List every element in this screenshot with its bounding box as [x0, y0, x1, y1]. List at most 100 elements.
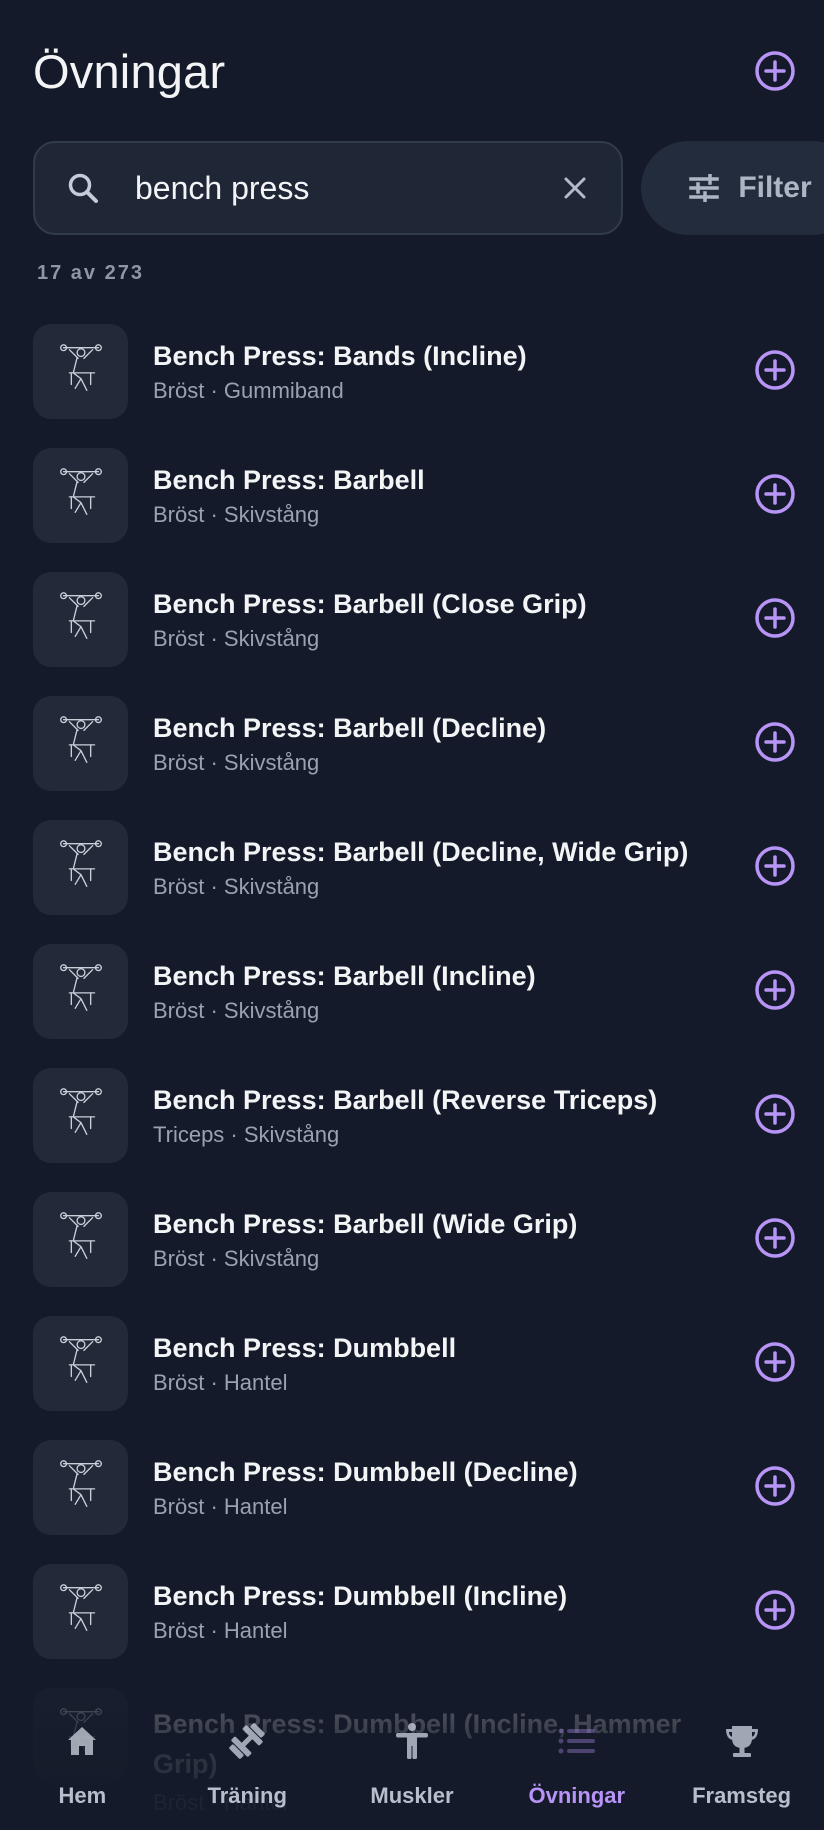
sliders-icon [689, 174, 720, 202]
exercise-name: Bench Press: Barbell [153, 465, 425, 495]
exercise-thumbnail [33, 572, 128, 667]
exercise-list-item[interactable]: Bench Press: Dumbbell (Decline) Bröst · H… [33, 1440, 795, 1564]
exercises-screen: Övningar bench press Filter 17 av 273 Be… [0, 0, 824, 1830]
exercise-illustration-icon [52, 1084, 110, 1147]
nav-tab-label: Muskler [370, 1783, 454, 1808]
exercise-list-item[interactable]: Bench Press: Bands (Incline) Bröst · Gumm… [33, 324, 795, 448]
exercise-illustration-icon [52, 836, 110, 899]
add-to-workout-button[interactable] [751, 596, 799, 644]
exercise-thumbnail [33, 944, 128, 1039]
nav-tab-3[interactable]: Muskler [330, 1700, 495, 1830]
plus-circle-icon [753, 1340, 797, 1389]
exercise-text: Bench Press: Barbell (Reverse Triceps) Tr… [153, 1068, 791, 1148]
exercise-thumbnail [33, 1192, 128, 1287]
add-to-workout-button[interactable] [751, 1464, 799, 1512]
nav-tab-2[interactable]: Träning [165, 1700, 330, 1830]
exercise-name: Bench Press: Barbell (Decline) [153, 713, 547, 743]
exercise-list-item[interactable]: Bench Press: Barbell Bröst · Skivstång [33, 448, 795, 572]
exercise-thumbnail [33, 448, 128, 543]
add-to-workout-button[interactable] [751, 1340, 799, 1388]
exercise-illustration-icon [52, 1580, 110, 1643]
add-to-workout-button[interactable] [751, 348, 799, 396]
plus-circle-icon [753, 1216, 797, 1265]
person-icon [388, 1717, 436, 1765]
exercise-subtitle: Bröst · Skivstång [153, 874, 320, 899]
plus-circle-icon [755, 51, 795, 91]
home-icon [58, 1717, 106, 1765]
exercise-list-item[interactable]: Bench Press: Barbell (Wide Grip) Bröst · … [33, 1192, 795, 1316]
exercise-list-item[interactable]: Bench Press: Barbell (Decline) Bröst · Sk… [33, 696, 795, 820]
exercise-text: Bench Press: Dumbbell Bröst · Hantel [153, 1316, 791, 1396]
clear-search-icon[interactable] [555, 168, 595, 208]
exercise-text: Bench Press: Barbell (Close Grip) Bröst ·… [153, 572, 791, 652]
nav-tab-label: Hem [58, 1783, 107, 1808]
result-count: 17 av 273 [37, 262, 144, 284]
add-to-workout-button[interactable] [751, 720, 799, 768]
nav-tab-1[interactable]: Hem [0, 1700, 165, 1830]
exercise-subtitle: Bröst · Skivstång [153, 502, 320, 527]
list-icon [553, 1717, 601, 1765]
add-to-workout-button[interactable] [751, 844, 799, 892]
add-to-workout-button[interactable] [751, 1092, 799, 1140]
filter-button[interactable]: Filter [641, 141, 824, 235]
plus-circle-icon [753, 968, 797, 1017]
search-icon [63, 168, 103, 208]
exercise-subtitle: Bröst · Hantel [153, 1370, 288, 1395]
add-to-workout-button[interactable] [751, 1588, 799, 1636]
add-to-workout-button[interactable] [751, 472, 799, 520]
add-to-workout-button[interactable] [751, 1216, 799, 1264]
add-to-workout-button[interactable] [751, 968, 799, 1016]
exercise-subtitle: Bröst · Skivstång [153, 998, 320, 1023]
exercise-name: Bench Press: Dumbbell (Incline) [153, 1581, 568, 1611]
page-title: Övningar [33, 44, 226, 98]
filter-label: Filter [738, 171, 812, 204]
exercise-name: Bench Press: Barbell (Decline, Wide Grip… [153, 837, 689, 867]
exercise-list: Bench Press: Bands (Incline) Bröst · Gumm… [33, 324, 795, 1815]
exercise-name: Bench Press: Barbell (Incline) [153, 961, 536, 991]
exercise-illustration-icon [52, 1208, 110, 1271]
exercise-subtitle: Bröst · Skivstång [153, 1246, 320, 1271]
exercise-list-item[interactable]: Bench Press: Barbell (Incline) Bröst · Sk… [33, 944, 795, 1068]
nav-tab-label: Träning [207, 1783, 287, 1808]
exercise-illustration-icon [52, 1456, 110, 1519]
exercise-name: Bench Press: Barbell (Close Grip) [153, 589, 587, 619]
plus-circle-icon [753, 1588, 797, 1637]
exercise-name: Bench Press: Bands (Incline) [153, 341, 527, 371]
nav-tab-label: Framsteg [692, 1783, 792, 1808]
exercise-text: Bench Press: Barbell Bröst · Skivstång [153, 448, 791, 528]
exercise-subtitle: Bröst · Hantel [153, 1618, 288, 1643]
exercise-list-item[interactable]: Bench Press: Dumbbell (Incline) Bröst · H… [33, 1564, 795, 1688]
exercise-thumbnail [33, 1316, 128, 1411]
search-input[interactable] [135, 169, 555, 207]
exercise-text: Bench Press: Barbell (Wide Grip) Bröst · … [153, 1192, 791, 1272]
exercise-illustration-icon [52, 1332, 110, 1395]
exercise-thumbnail [33, 1440, 128, 1535]
exercise-subtitle: Bröst · Gummiband [153, 378, 344, 403]
nav-tab-5[interactable]: Framsteg [659, 1700, 824, 1830]
exercise-list-item[interactable]: Bench Press: Dumbbell Bröst · Hantel [33, 1316, 795, 1440]
exercise-subtitle: Bröst · Skivstång [153, 626, 320, 651]
add-exercise-button[interactable] [751, 47, 799, 95]
exercise-text: Bench Press: Dumbbell (Decline) Bröst · H… [153, 1440, 791, 1520]
nav-tab-label: Övningar [528, 1783, 626, 1808]
exercise-name: Bench Press: Barbell (Wide Grip) [153, 1209, 578, 1239]
exercise-text: Bench Press: Barbell (Decline, Wide Grip… [153, 820, 791, 900]
search-row: Filter [33, 141, 824, 235]
exercise-list-item[interactable]: Bench Press: Barbell (Reverse Triceps) Tr… [33, 1068, 795, 1192]
exercise-name: Bench Press: Dumbbell (Decline) [153, 1457, 578, 1487]
exercise-thumbnail [33, 696, 128, 791]
exercise-text: Bench Press: Barbell (Decline) Bröst · Sk… [153, 696, 791, 776]
exercise-thumbnail [33, 1068, 128, 1163]
exercise-subtitle: Bröst · Hantel [153, 1494, 288, 1519]
trophy-icon [718, 1717, 766, 1765]
nav-tab-4[interactable]: Övningar [494, 1700, 659, 1830]
search-box[interactable] [33, 141, 623, 235]
exercise-list-item[interactable]: Bench Press: Barbell (Decline, Wide Grip… [33, 820, 795, 944]
plus-circle-icon [753, 348, 797, 397]
bottom-nav: Hem Träning Muskler Övningar Framsteg [0, 1700, 824, 1830]
exercise-list-item[interactable]: Bench Press: Barbell (Close Grip) Bröst ·… [33, 572, 795, 696]
exercise-name: Bench Press: Dumbbell [153, 1333, 457, 1363]
dumbbell-icon [223, 1717, 271, 1765]
exercise-illustration-icon [52, 960, 110, 1023]
exercise-subtitle: Bröst · Skivstång [153, 750, 320, 775]
